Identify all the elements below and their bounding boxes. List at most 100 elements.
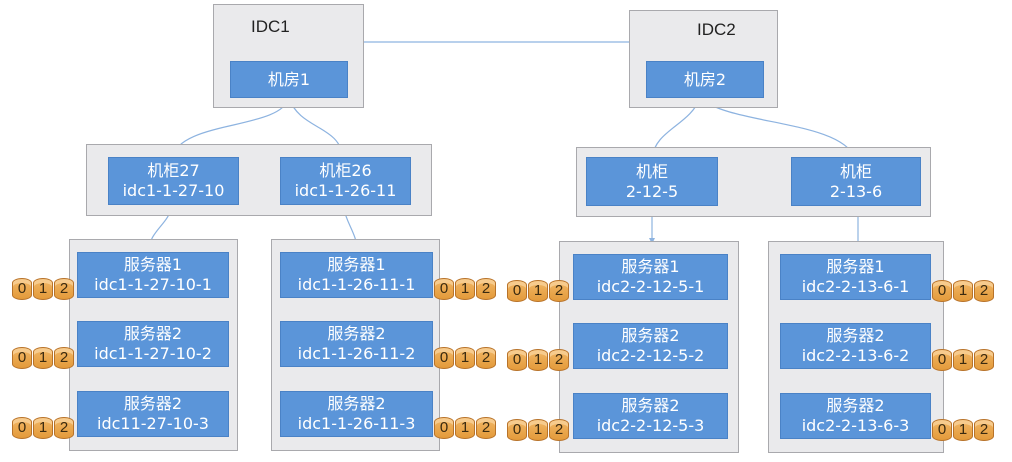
disk-set: 012 [434,417,497,439]
disk-icon: 0 [932,349,952,371]
server-node[interactable]: 服务器2 idc1-1-26-11-3 [280,391,433,437]
disk-icon: 1 [455,347,475,369]
server-id: idc2-2-13-6-3 [801,416,910,435]
disk-icon: 2 [549,419,569,441]
server-id: idc1-1-27-10-2 [94,344,212,363]
disk-icon: 0 [434,347,454,369]
disk-icon: 2 [54,278,74,300]
server-name: 服务器1 [621,257,680,276]
disk-set: 012 [434,278,497,300]
disk-icon: 0 [932,419,952,441]
rack-2-12-5-id: 2-12-5 [625,181,679,201]
disk-set: 012 [507,349,570,371]
server-node[interactable]: 服务器2 idc1-1-26-11-2 [280,321,433,367]
disk-icon: 1 [33,347,53,369]
rack-27-name: 机柜27 [147,161,200,180]
server-name: 服务器1 [123,255,183,274]
rack-2-13-6-name: 机柜 [839,161,872,181]
disk-icon: 1 [953,349,973,371]
room2-node[interactable]: 机房2 [646,61,764,98]
server-node[interactable]: 服务器2 idc2-2-12-5-2 [573,323,728,369]
rack-26-node[interactable]: 机柜26 idc1-1-26-11 [280,157,411,205]
rack-2-13-6-node[interactable]: 机柜 2-13-6 [791,157,921,206]
rack-2-12-5-name: 机柜 [635,161,668,181]
server-id: idc1-1-27-10-1 [94,275,212,294]
disk-set: 012 [932,280,995,302]
server-name: 服务器2 [826,326,885,345]
server-node[interactable]: 服务器2 idc2-2-12-5-3 [573,393,728,439]
server-node[interactable]: 服务器1 idc2-2-13-6-1 [780,254,931,300]
disk-icon: 2 [974,349,994,371]
rack-2-12-5-node[interactable]: 机柜 2-12-5 [586,157,718,206]
server-name: 服务器2 [123,394,183,413]
disk-icon: 2 [476,278,496,300]
disk-set: 012 [434,347,497,369]
disk-icon: 0 [12,417,32,439]
server-id: idc11-27-10-3 [97,414,209,433]
rack-27-id: idc1-1-27-10 [122,181,225,200]
server-name: 服务器2 [327,324,386,343]
server-name: 服务器1 [327,255,386,274]
disk-icon: 1 [953,419,973,441]
disk-icon: 2 [549,349,569,371]
disk-icon: 0 [434,417,454,439]
disk-icon: 1 [33,417,53,439]
disk-icon: 0 [507,419,527,441]
server-name: 服务器2 [826,396,885,415]
disk-icon: 0 [434,278,454,300]
disk-icon: 1 [528,349,548,371]
rack-27-node[interactable]: 机柜27 idc1-1-27-10 [108,157,239,205]
disk-icon: 2 [549,280,569,302]
server-node[interactable]: 服务器1 idc1-1-27-10-1 [77,252,229,298]
disk-icon: 2 [974,280,994,302]
server-name: 服务器2 [327,394,386,413]
disk-icon: 1 [455,417,475,439]
disk-icon: 0 [12,347,32,369]
disk-icon: 0 [932,280,952,302]
rack-2-13-6-id: 2-13-6 [829,181,883,201]
server-node[interactable]: 服务器2 idc2-2-13-6-3 [780,393,931,439]
disk-set: 012 [932,419,995,441]
disk-icon: 2 [476,347,496,369]
server-node[interactable]: 服务器1 idc2-2-12-5-1 [573,254,728,300]
disk-icon: 1 [33,278,53,300]
server-id: idc1-1-26-11-3 [297,414,416,433]
room2-label: 机房2 [683,69,727,89]
rack-26-id: idc1-1-26-11 [294,181,397,200]
server-name: 服务器1 [826,257,885,276]
disk-icon: 2 [54,347,74,369]
server-node[interactable]: 服务器1 idc1-1-26-11-1 [280,252,433,298]
disk-icon: 0 [12,278,32,300]
room1-node[interactable]: 机房1 [230,61,348,98]
disk-set: 012 [12,278,75,300]
disk-icon: 2 [974,419,994,441]
disk-icon: 0 [507,280,527,302]
server-id: idc2-2-13-6-1 [801,277,910,296]
disk-set: 012 [12,417,75,439]
server-node[interactable]: 服务器2 idc11-27-10-3 [77,391,229,437]
disk-icon: 1 [953,280,973,302]
disk-icon: 1 [455,278,475,300]
disk-icon: 2 [476,417,496,439]
server-id: idc2-2-13-6-2 [801,346,910,365]
room1-label: 机房1 [267,69,311,89]
server-node[interactable]: 服务器2 idc2-2-13-6-2 [780,323,931,369]
disk-set: 012 [932,349,995,371]
disk-set: 012 [507,280,570,302]
disk-icon: 2 [54,417,74,439]
disk-set: 012 [12,347,75,369]
disk-icon: 1 [528,280,548,302]
server-name: 服务器2 [621,326,680,345]
server-id: idc2-2-12-5-2 [596,346,705,365]
server-id: idc1-1-26-11-1 [297,275,416,294]
disk-set: 012 [507,419,570,441]
disk-icon: 0 [507,349,527,371]
server-id: idc1-1-26-11-2 [297,344,416,363]
disk-icon: 1 [528,419,548,441]
server-id: idc2-2-12-5-1 [596,277,705,296]
rack-26-name: 机柜26 [319,161,372,180]
server-id: idc2-2-12-5-3 [596,416,705,435]
server-name: 服务器2 [621,396,680,415]
server-node[interactable]: 服务器2 idc1-1-27-10-2 [77,321,229,367]
server-name: 服务器2 [123,324,183,343]
